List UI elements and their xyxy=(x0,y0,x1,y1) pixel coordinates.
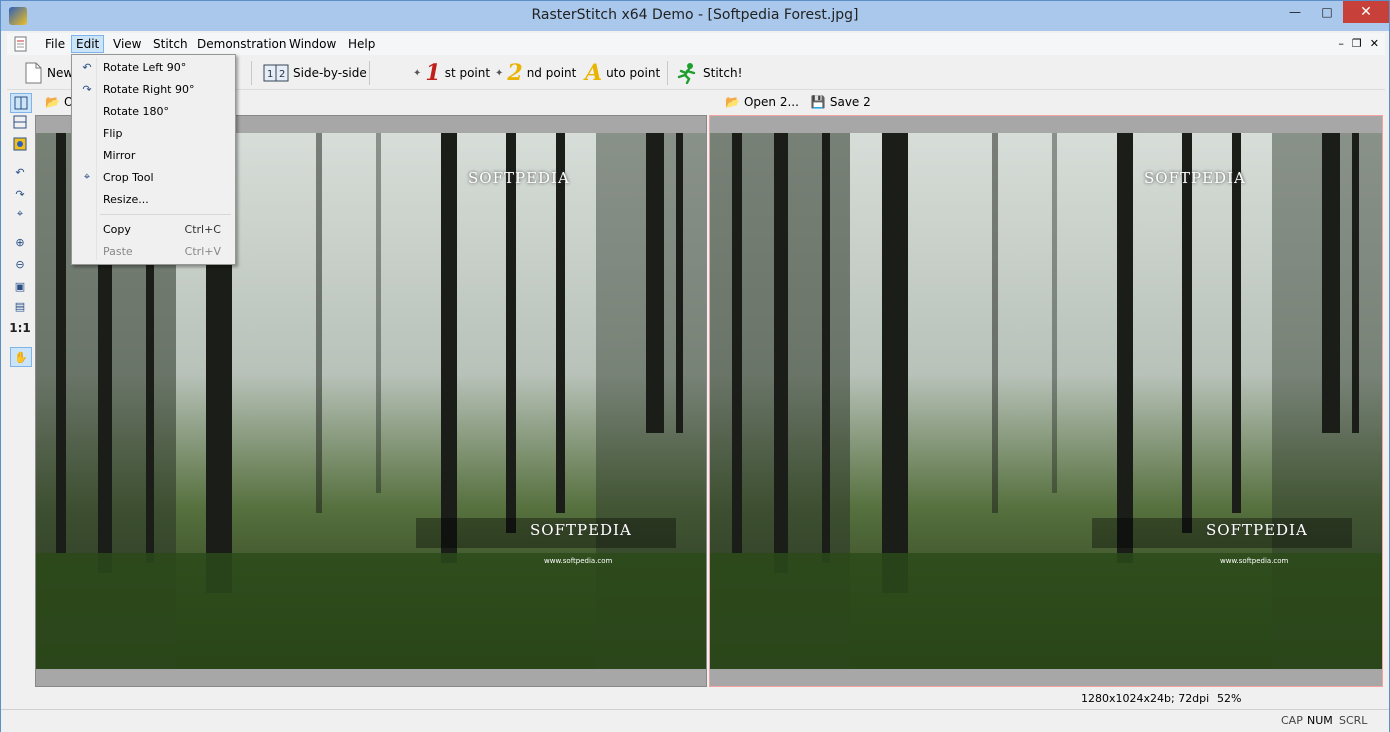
edit-menu-dropdown: ↶ Rotate Left 90° ↷ Rotate Right 90° Rot… xyxy=(71,54,236,265)
watermark-bottom-right: SOFTPEDIA xyxy=(1206,521,1308,539)
watermark-top-left: SOFTPEDIA xyxy=(468,169,570,187)
actual-size-icon[interactable]: 1:1 xyxy=(9,319,31,337)
mdi-minimize-icon[interactable]: – xyxy=(1338,37,1344,50)
menu-stitch[interactable]: Stitch xyxy=(149,36,192,52)
zoom-in-icon[interactable]: ⊕ xyxy=(10,233,30,251)
image-status-bar: 1280x1024x24b; 72dpi 52% xyxy=(35,689,1385,707)
menu-rotate-180[interactable]: Rotate 180° xyxy=(74,100,233,122)
side-by-side-button[interactable]: 12 Side-by-side xyxy=(263,61,367,85)
stitch-runner-icon xyxy=(677,63,696,84)
menu-bar: File Edit View Stitch Demonstration Wind… xyxy=(7,33,1385,55)
toolbar-separator xyxy=(251,61,252,85)
left-pane-bar: 📂 O xyxy=(45,93,73,111)
new-button[interactable]: New xyxy=(23,61,73,85)
second-point-label: nd point xyxy=(526,66,577,80)
window-title: RasterStitch x64 Demo - [Softpedia Fores… xyxy=(531,7,859,23)
mdi-restore-icon[interactable]: ❐ xyxy=(1352,37,1362,50)
stitch-label: Stitch! xyxy=(703,66,743,80)
fit-width-icon[interactable]: ▤ xyxy=(10,297,30,315)
menu-flip[interactable]: Flip xyxy=(74,122,233,144)
vertical-split-icon[interactable] xyxy=(10,93,32,113)
menu-help[interactable]: Help xyxy=(344,36,379,52)
watermark-url-right: www.softpedia.com xyxy=(1220,557,1289,565)
save-icon: 💾 xyxy=(810,95,826,109)
first-point-label: st point xyxy=(444,66,491,80)
second-point-button[interactable]: ✦ 2 nd point xyxy=(495,60,577,86)
menu-resize[interactable]: Resize... xyxy=(74,188,233,210)
menu-demonstration[interactable]: Demonstration xyxy=(193,36,291,52)
menu-crop-tool[interactable]: ⌖ Crop Tool xyxy=(74,166,233,188)
zoom-level: 52% xyxy=(1217,692,1242,705)
svg-text:1: 1 xyxy=(267,69,273,80)
auto-point-button[interactable]: A uto point xyxy=(585,60,661,86)
crop-icon: ⌖ xyxy=(83,170,91,183)
overlay-icon[interactable] xyxy=(10,135,30,153)
scrl-indicator: SCRL xyxy=(1339,714,1368,727)
new-file-icon xyxy=(25,62,42,84)
right-pane-bar: 📂 Open 2... 💾 Save 2 xyxy=(725,93,871,111)
svg-text:2: 2 xyxy=(279,69,285,80)
second-point-number: 2 xyxy=(507,60,523,86)
menu-window[interactable]: Window xyxy=(285,36,340,52)
auto-point-label: uto point xyxy=(606,66,661,80)
close-button[interactable]: ✕ xyxy=(1343,1,1389,23)
zoom-out-icon[interactable]: ⊖ xyxy=(10,255,30,273)
crop-icon[interactable]: ⌖ xyxy=(10,205,30,223)
image-info: 1280x1024x24b; 72dpi xyxy=(1081,692,1210,705)
rotate-right-icon: ↷ xyxy=(82,82,92,96)
side-by-side-icon: 12 xyxy=(263,64,289,82)
side-toolbar: ↶ ↷ ⌖ ⊕ ⊖ ▣ ▤ 1:1 ✋ xyxy=(7,91,33,711)
menu-paste[interactable]: Paste Ctrl+V xyxy=(74,240,233,262)
title-bar: RasterStitch x64 Demo - [Softpedia Fores… xyxy=(1,1,1389,31)
pin-icon: ✦ xyxy=(413,67,422,79)
save-2-button[interactable]: Save 2 xyxy=(830,95,871,109)
toolbar-separator xyxy=(369,61,370,85)
menu-mirror[interactable]: Mirror xyxy=(74,144,233,166)
pin-icon: ✦ xyxy=(495,67,504,79)
app-window: RasterStitch x64 Demo - [Softpedia Fores… xyxy=(0,0,1390,732)
first-point-button[interactable]: ✦ 1 st point xyxy=(413,60,491,86)
mdi-controls: – ❐ ✕ xyxy=(1338,37,1379,50)
image-pane-right[interactable]: SOFTPEDIA SOFTPEDIA www.softpedia.com xyxy=(709,115,1383,687)
hand-tool-icon[interactable]: ✋ xyxy=(10,347,32,367)
open-2-button[interactable]: Open 2... xyxy=(744,95,799,109)
watermark-bottom-left: SOFTPEDIA xyxy=(530,521,632,539)
watermark-top-right: SOFTPEDIA xyxy=(1144,169,1246,187)
horizontal-split-icon[interactable] xyxy=(10,113,30,131)
mdi-close-icon[interactable]: ✕ xyxy=(1370,37,1379,50)
menu-rotate-left[interactable]: ↶ Rotate Left 90° xyxy=(74,56,233,78)
new-button-label: New xyxy=(47,66,74,80)
num-indicator: NUM xyxy=(1307,714,1333,727)
menu-rotate-right[interactable]: ↷ Rotate Right 90° xyxy=(74,78,233,100)
menu-copy[interactable]: Copy Ctrl+C xyxy=(74,218,233,240)
menu-separator xyxy=(100,214,231,215)
toolbar-separator xyxy=(667,61,668,85)
rotate-right-icon[interactable]: ↷ xyxy=(10,185,30,203)
status-bar: CAP NUM SCRL xyxy=(1,709,1389,732)
minimize-button[interactable]: — xyxy=(1279,1,1311,23)
side-by-side-label: Side-by-side xyxy=(293,66,367,80)
document-icon[interactable] xyxy=(13,36,29,52)
rotate-left-icon[interactable]: ↶ xyxy=(10,163,30,181)
cap-indicator: CAP xyxy=(1281,714,1303,727)
menu-file[interactable]: File xyxy=(41,36,69,52)
folder-open-icon: 📂 xyxy=(725,95,740,109)
first-point-number: 1 xyxy=(425,60,441,86)
watermark-url-left: www.softpedia.com xyxy=(544,557,613,565)
auto-point-letter: A xyxy=(585,60,603,86)
folder-open-icon: 📂 xyxy=(45,95,60,109)
window-controls: — □ ✕ xyxy=(1279,1,1389,23)
menu-view[interactable]: View xyxy=(109,36,145,52)
fit-window-icon[interactable]: ▣ xyxy=(10,277,30,295)
forest-image-right: SOFTPEDIA SOFTPEDIA www.softpedia.com xyxy=(710,133,1382,669)
rotate-left-icon: ↶ xyxy=(82,60,92,74)
stitch-button[interactable]: Stitch! xyxy=(675,61,742,85)
menu-edit[interactable]: Edit xyxy=(71,35,105,53)
maximize-button[interactable]: □ xyxy=(1311,1,1343,23)
